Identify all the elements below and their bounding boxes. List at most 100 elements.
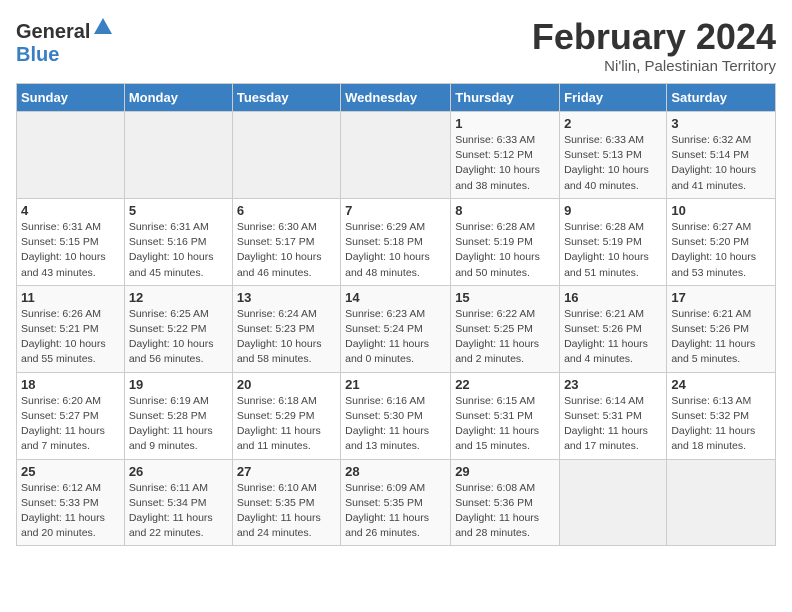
- day-info: Sunrise: 6:30 AM Sunset: 5:17 PM Dayligh…: [237, 220, 336, 281]
- calendar-cell: [560, 459, 667, 546]
- calendar-cell: 19 Sunrise: 6:19 AM Sunset: 5:28 PM Dayli…: [124, 372, 232, 459]
- calendar-cell: 15 Sunrise: 6:22 AM Sunset: 5:25 PM Dayli…: [451, 285, 560, 372]
- calendar-cell: 7 Sunrise: 6:29 AM Sunset: 5:18 PM Daylig…: [341, 198, 451, 285]
- day-info: Sunrise: 6:33 AM Sunset: 5:12 PM Dayligh…: [455, 133, 555, 194]
- subtitle: Ni'lin, Palestinian Territory: [532, 58, 776, 75]
- day-info: Sunrise: 6:18 AM Sunset: 5:29 PM Dayligh…: [237, 394, 336, 455]
- calendar-cell: [232, 112, 340, 199]
- day-info: Sunrise: 6:33 AM Sunset: 5:13 PM Dayligh…: [564, 133, 662, 194]
- day-number: 2: [564, 116, 662, 131]
- col-header-friday: Friday: [560, 84, 667, 112]
- calendar-cell: 24 Sunrise: 6:13 AM Sunset: 5:32 PM Dayli…: [667, 372, 776, 459]
- day-info: Sunrise: 6:12 AM Sunset: 5:33 PM Dayligh…: [21, 481, 120, 542]
- col-header-tuesday: Tuesday: [232, 84, 340, 112]
- day-number: 9: [564, 203, 662, 218]
- calendar-cell: 10 Sunrise: 6:27 AM Sunset: 5:20 PM Dayli…: [667, 198, 776, 285]
- calendar-cell: 21 Sunrise: 6:16 AM Sunset: 5:30 PM Dayli…: [341, 372, 451, 459]
- col-header-sunday: Sunday: [17, 84, 125, 112]
- calendar-week-row: 25 Sunrise: 6:12 AM Sunset: 5:33 PM Dayli…: [17, 459, 776, 546]
- day-info: Sunrise: 6:21 AM Sunset: 5:26 PM Dayligh…: [671, 307, 771, 368]
- day-info: Sunrise: 6:20 AM Sunset: 5:27 PM Dayligh…: [21, 394, 120, 455]
- day-number: 20: [237, 377, 336, 392]
- col-header-monday: Monday: [124, 84, 232, 112]
- day-info: Sunrise: 6:23 AM Sunset: 5:24 PM Dayligh…: [345, 307, 446, 368]
- day-info: Sunrise: 6:31 AM Sunset: 5:16 PM Dayligh…: [129, 220, 228, 281]
- calendar-cell: [341, 112, 451, 199]
- page-header: General Blue February 2024 Ni'lin, Pales…: [16, 16, 776, 75]
- logo: General Blue: [16, 16, 114, 67]
- calendar-cell: 28 Sunrise: 6:09 AM Sunset: 5:35 PM Dayli…: [341, 459, 451, 546]
- calendar-cell: 25 Sunrise: 6:12 AM Sunset: 5:33 PM Dayli…: [17, 459, 125, 546]
- calendar-cell: 23Sunrise: 6:14 AM Sunset: 5:31 PM Dayli…: [560, 372, 667, 459]
- calendar-cell: 14Sunrise: 6:23 AM Sunset: 5:24 PM Dayli…: [341, 285, 451, 372]
- day-info: Sunrise: 6:09 AM Sunset: 5:35 PM Dayligh…: [345, 481, 446, 542]
- day-number: 23: [564, 377, 662, 392]
- calendar-week-row: 11 Sunrise: 6:26 AM Sunset: 5:21 PM Dayli…: [17, 285, 776, 372]
- day-info: Sunrise: 6:27 AM Sunset: 5:20 PM Dayligh…: [671, 220, 771, 281]
- day-number: 8: [455, 203, 555, 218]
- day-info: Sunrise: 6:22 AM Sunset: 5:25 PM Dayligh…: [455, 307, 555, 368]
- day-number: 19: [129, 377, 228, 392]
- day-info: Sunrise: 6:32 AM Sunset: 5:14 PM Dayligh…: [671, 133, 771, 194]
- calendar-cell: 27 Sunrise: 6:10 AM Sunset: 5:35 PM Dayli…: [232, 459, 340, 546]
- day-info: Sunrise: 6:21 AM Sunset: 5:26 PM Dayligh…: [564, 307, 662, 368]
- day-info: Sunrise: 6:26 AM Sunset: 5:21 PM Dayligh…: [21, 307, 120, 368]
- calendar-cell: 11 Sunrise: 6:26 AM Sunset: 5:21 PM Dayli…: [17, 285, 125, 372]
- calendar-cell: 3 Sunrise: 6:32 AM Sunset: 5:14 PM Daylig…: [667, 112, 776, 199]
- calendar-cell: 6Sunrise: 6:30 AM Sunset: 5:17 PM Daylig…: [232, 198, 340, 285]
- calendar-cell: 8 Sunrise: 6:28 AM Sunset: 5:19 PM Daylig…: [451, 198, 560, 285]
- logo-general: General: [16, 21, 90, 43]
- day-number: 13: [237, 290, 336, 305]
- calendar-week-row: 4 Sunrise: 6:31 AM Sunset: 5:15 PM Daylig…: [17, 198, 776, 285]
- calendar-table: SundayMondayTuesdayWednesdayThursdayFrid…: [16, 83, 776, 546]
- logo-text: General Blue: [16, 16, 114, 67]
- day-info: Sunrise: 6:08 AM Sunset: 5:36 PM Dayligh…: [455, 481, 555, 542]
- day-number: 3: [671, 116, 771, 131]
- day-info: Sunrise: 6:31 AM Sunset: 5:15 PM Dayligh…: [21, 220, 120, 281]
- day-number: 29: [455, 464, 555, 479]
- calendar-cell: 16 Sunrise: 6:21 AM Sunset: 5:26 PM Dayli…: [560, 285, 667, 372]
- calendar-cell: 26Sunrise: 6:11 AM Sunset: 5:34 PM Dayli…: [124, 459, 232, 546]
- calendar-cell: [667, 459, 776, 546]
- day-info: Sunrise: 6:15 AM Sunset: 5:31 PM Dayligh…: [455, 394, 555, 455]
- calendar-week-row: 18 Sunrise: 6:20 AM Sunset: 5:27 PM Dayli…: [17, 372, 776, 459]
- day-number: 28: [345, 464, 446, 479]
- calendar-week-row: 1Sunrise: 6:33 AM Sunset: 5:12 PM Daylig…: [17, 112, 776, 199]
- day-info: Sunrise: 6:13 AM Sunset: 5:32 PM Dayligh…: [671, 394, 771, 455]
- day-number: 12: [129, 290, 228, 305]
- day-number: 24: [671, 377, 771, 392]
- day-number: 27: [237, 464, 336, 479]
- day-number: 22: [455, 377, 555, 392]
- calendar-cell: 5 Sunrise: 6:31 AM Sunset: 5:16 PM Daylig…: [124, 198, 232, 285]
- day-number: 10: [671, 203, 771, 218]
- calendar-cell: 2 Sunrise: 6:33 AM Sunset: 5:13 PM Daylig…: [560, 112, 667, 199]
- calendar-cell: 1Sunrise: 6:33 AM Sunset: 5:12 PM Daylig…: [451, 112, 560, 199]
- day-number: 11: [21, 290, 120, 305]
- calendar-cell: 9Sunrise: 6:28 AM Sunset: 5:19 PM Daylig…: [560, 198, 667, 285]
- day-info: Sunrise: 6:29 AM Sunset: 5:18 PM Dayligh…: [345, 220, 446, 281]
- day-info: Sunrise: 6:25 AM Sunset: 5:22 PM Dayligh…: [129, 307, 228, 368]
- day-info: Sunrise: 6:10 AM Sunset: 5:35 PM Dayligh…: [237, 481, 336, 542]
- day-info: Sunrise: 6:11 AM Sunset: 5:34 PM Dayligh…: [129, 481, 228, 542]
- col-header-wednesday: Wednesday: [341, 84, 451, 112]
- calendar-cell: 29 Sunrise: 6:08 AM Sunset: 5:36 PM Dayli…: [451, 459, 560, 546]
- day-info: Sunrise: 6:16 AM Sunset: 5:30 PM Dayligh…: [345, 394, 446, 455]
- logo-blue: Blue: [16, 44, 59, 66]
- day-info: Sunrise: 6:28 AM Sunset: 5:19 PM Dayligh…: [455, 220, 555, 281]
- day-number: 4: [21, 203, 120, 218]
- day-number: 15: [455, 290, 555, 305]
- calendar-cell: 17 Sunrise: 6:21 AM Sunset: 5:26 PM Dayli…: [667, 285, 776, 372]
- day-number: 16: [564, 290, 662, 305]
- day-info: Sunrise: 6:19 AM Sunset: 5:28 PM Dayligh…: [129, 394, 228, 455]
- day-number: 17: [671, 290, 771, 305]
- day-number: 21: [345, 377, 446, 392]
- day-number: 7: [345, 203, 446, 218]
- day-number: 18: [21, 377, 120, 392]
- day-number: 25: [21, 464, 120, 479]
- calendar-cell: 12 Sunrise: 6:25 AM Sunset: 5:22 PM Dayli…: [124, 285, 232, 372]
- main-title: February 2024: [532, 16, 776, 58]
- title-block: February 2024 Ni'lin, Palestinian Territ…: [532, 16, 776, 75]
- day-number: 5: [129, 203, 228, 218]
- calendar-cell: 20 Sunrise: 6:18 AM Sunset: 5:29 PM Dayli…: [232, 372, 340, 459]
- calendar-cell: [17, 112, 125, 199]
